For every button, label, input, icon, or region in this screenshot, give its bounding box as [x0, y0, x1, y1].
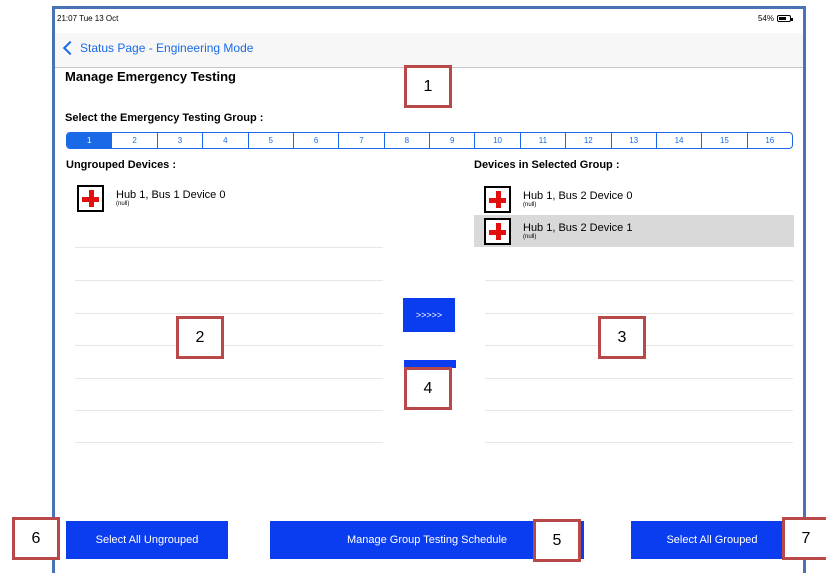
page-title: Manage Emergency Testing [65, 69, 236, 84]
ungrouped-device-row[interactable]: Hub 1, Bus 1 Device 0 (null) [75, 182, 383, 214]
group-tab-2[interactable]: 2 [111, 133, 156, 148]
battery-icon [777, 15, 793, 22]
callout-4: 4 [404, 367, 452, 410]
group-tab-13[interactable]: 13 [610, 133, 656, 148]
move-to-group-button[interactable]: >>>>> [403, 298, 455, 332]
callout-2: 2 [176, 316, 224, 359]
emergency-light-icon [77, 184, 104, 212]
emergency-light-icon [484, 217, 511, 245]
group-tab-4[interactable]: 4 [202, 133, 247, 148]
chevron-left-icon [62, 40, 78, 56]
emergency-light-icon [484, 185, 511, 213]
battery-percent: 54% [757, 14, 774, 23]
list-divider [75, 280, 383, 281]
list-divider [485, 378, 793, 379]
group-select-label: Select the Emergency Testing Group : [65, 112, 264, 124]
list-divider [485, 280, 793, 281]
list-divider [485, 313, 793, 314]
list-divider [485, 442, 793, 443]
group-tab-9[interactable]: 9 [429, 133, 474, 148]
grouped-device-row-selected[interactable]: Hub 1, Bus 2 Device 1 (null) [474, 215, 794, 247]
callout-1: 1 [404, 65, 452, 108]
list-divider [75, 345, 383, 346]
list-divider [75, 442, 383, 443]
navigation-bar: Status Page - Engineering Mode [55, 33, 803, 68]
group-tab-10[interactable]: 10 [474, 133, 519, 148]
list-divider [75, 313, 383, 314]
status-bar: 21:07 Tue 13 Oct 54% [55, 9, 803, 29]
group-tab-14[interactable]: 14 [655, 133, 701, 148]
device-name: Hub 1, Bus 1 Device 0 [116, 189, 226, 201]
back-button[interactable]: Status Page - Engineering Mode [61, 40, 254, 56]
list-divider [75, 410, 383, 411]
group-tab-7[interactable]: 7 [338, 133, 383, 148]
group-tab-6[interactable]: 6 [292, 133, 338, 148]
back-button-label: Status Page - Engineering Mode [80, 41, 254, 55]
list-divider [75, 247, 383, 248]
grouped-devices-header: Devices in Selected Group : [474, 159, 620, 171]
list-divider [485, 410, 793, 411]
device-subtitle: (null) [523, 234, 537, 240]
group-segmented-control: 1 2 3 4 5 6 7 8 9 10 11 12 13 14 15 16 [66, 132, 793, 149]
group-tab-16[interactable]: 16 [746, 133, 792, 148]
group-tab-15[interactable]: 15 [701, 133, 746, 148]
device-name: Hub 1, Bus 2 Device 0 [523, 190, 633, 202]
group-tab-8[interactable]: 8 [383, 133, 429, 148]
group-tab-3[interactable]: 3 [156, 133, 202, 148]
battery-indicator: 54% [757, 14, 793, 23]
callout-7: 7 [782, 517, 826, 560]
device-name: Hub 1, Bus 2 Device 1 [523, 222, 633, 234]
select-all-ungrouped-button[interactable]: Select All Ungrouped [66, 521, 228, 559]
group-tab-12[interactable]: 12 [565, 133, 610, 148]
group-tab-11[interactable]: 11 [519, 133, 565, 148]
select-all-grouped-button[interactable]: Select All Grouped [631, 521, 793, 559]
callout-3: 3 [598, 316, 646, 359]
device-subtitle: (null) [523, 202, 537, 208]
callout-6: 6 [12, 517, 60, 560]
grouped-device-row[interactable]: Hub 1, Bus 2 Device 0 (null) [474, 183, 794, 215]
device-subtitle: (null) [116, 201, 130, 207]
group-tab-1[interactable]: 1 [67, 133, 112, 148]
status-time: 21:07 Tue 13 Oct [57, 14, 119, 23]
group-tab-5[interactable]: 5 [247, 133, 293, 148]
ungrouped-devices-header: Ungrouped Devices : [66, 159, 177, 171]
callout-5: 5 [533, 519, 581, 562]
list-divider [75, 378, 383, 379]
